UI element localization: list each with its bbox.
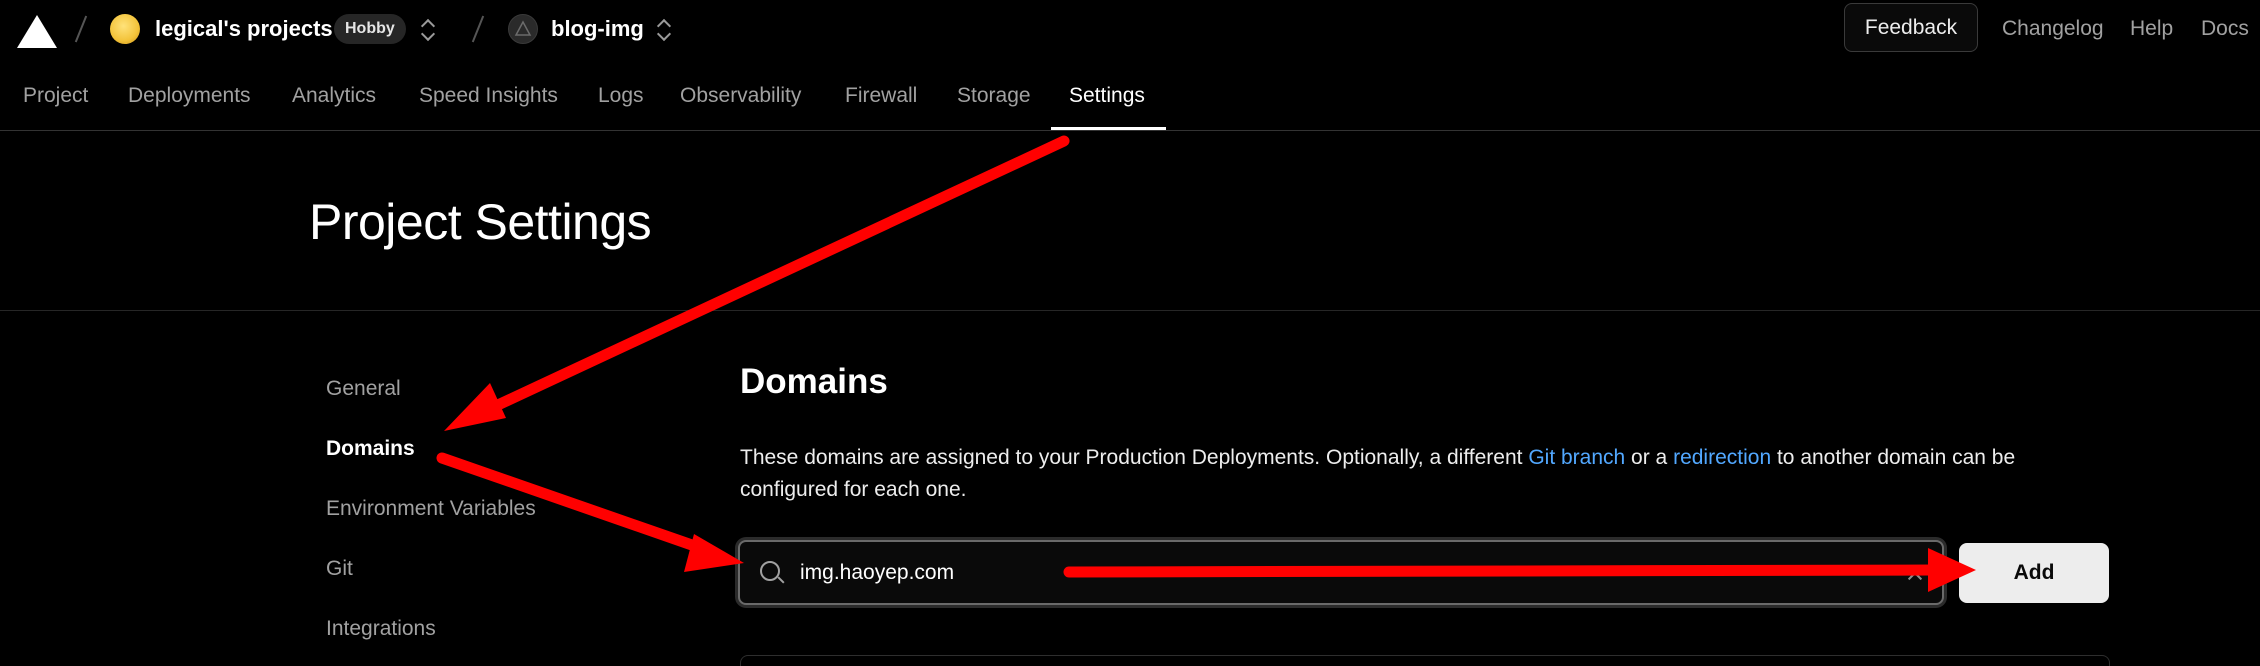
description-text-2: or a [1625,446,1674,469]
project-name[interactable]: blog-img [551,16,644,42]
breadcrumb-separator [74,15,88,43]
tab-settings[interactable]: Settings [1069,84,1145,108]
plan-badge: Hobby [334,14,406,44]
domain-input[interactable] [800,552,1880,594]
section-divider [0,310,2260,311]
arrowhead-input [684,534,744,572]
team-name[interactable]: legical's projects [155,16,333,42]
tab-firewall[interactable]: Firewall [845,84,917,108]
project-switcher-chevron-updown-icon[interactable] [656,14,672,44]
sidebar-item-environment-variables[interactable]: Environment Variables [326,497,536,521]
domains-title: Domains [740,362,888,401]
redirection-link[interactable]: redirection [1673,446,1771,469]
tab-speed-insights[interactable]: Speed Insights [419,84,558,108]
domain-input-container [738,540,1944,605]
team-switcher-chevron-updown-icon[interactable] [420,14,436,44]
domains-list-card [740,655,2110,666]
add-domain-button[interactable]: Add [1959,543,2109,603]
tab-analytics[interactable]: Analytics [292,84,376,108]
team-avatar-icon[interactable] [110,14,140,44]
help-link[interactable]: Help [2130,17,2173,41]
search-icon [760,561,780,581]
tab-project[interactable]: Project [23,84,88,108]
top-bar: legical's projects Hobby blog-img Feedba… [0,0,2260,58]
domains-description: These domains are assigned to your Produ… [740,442,2085,506]
changelog-link[interactable]: Changelog [2002,17,2104,41]
active-tab-indicator [1051,127,1166,130]
sidebar-item-general[interactable]: General [326,377,401,401]
arrowhead-domains [444,383,506,431]
tab-deployments[interactable]: Deployments [128,84,251,108]
page-title: Project Settings [309,194,652,250]
feedback-button[interactable]: Feedback [1844,3,1978,52]
tab-storage[interactable]: Storage [957,84,1031,108]
docs-link[interactable]: Docs [2201,17,2249,41]
sidebar-item-integrations[interactable]: Integrations [326,617,436,641]
clear-icon[interactable] [1906,564,1924,582]
project-avatar-icon[interactable] [508,14,538,44]
vercel-logo-icon[interactable] [17,15,57,48]
tab-observability[interactable]: Observability [680,84,801,108]
breadcrumb-separator [471,15,485,43]
sidebar-item-domains[interactable]: Domains [326,437,415,461]
git-branch-link[interactable]: Git branch [1528,446,1625,469]
project-tabs: Project Deployments Analytics Speed Insi… [0,80,2260,131]
description-text-1: These domains are assigned to your Produ… [740,446,1529,469]
sidebar-item-git[interactable]: Git [326,557,353,581]
tab-logs[interactable]: Logs [598,84,644,108]
